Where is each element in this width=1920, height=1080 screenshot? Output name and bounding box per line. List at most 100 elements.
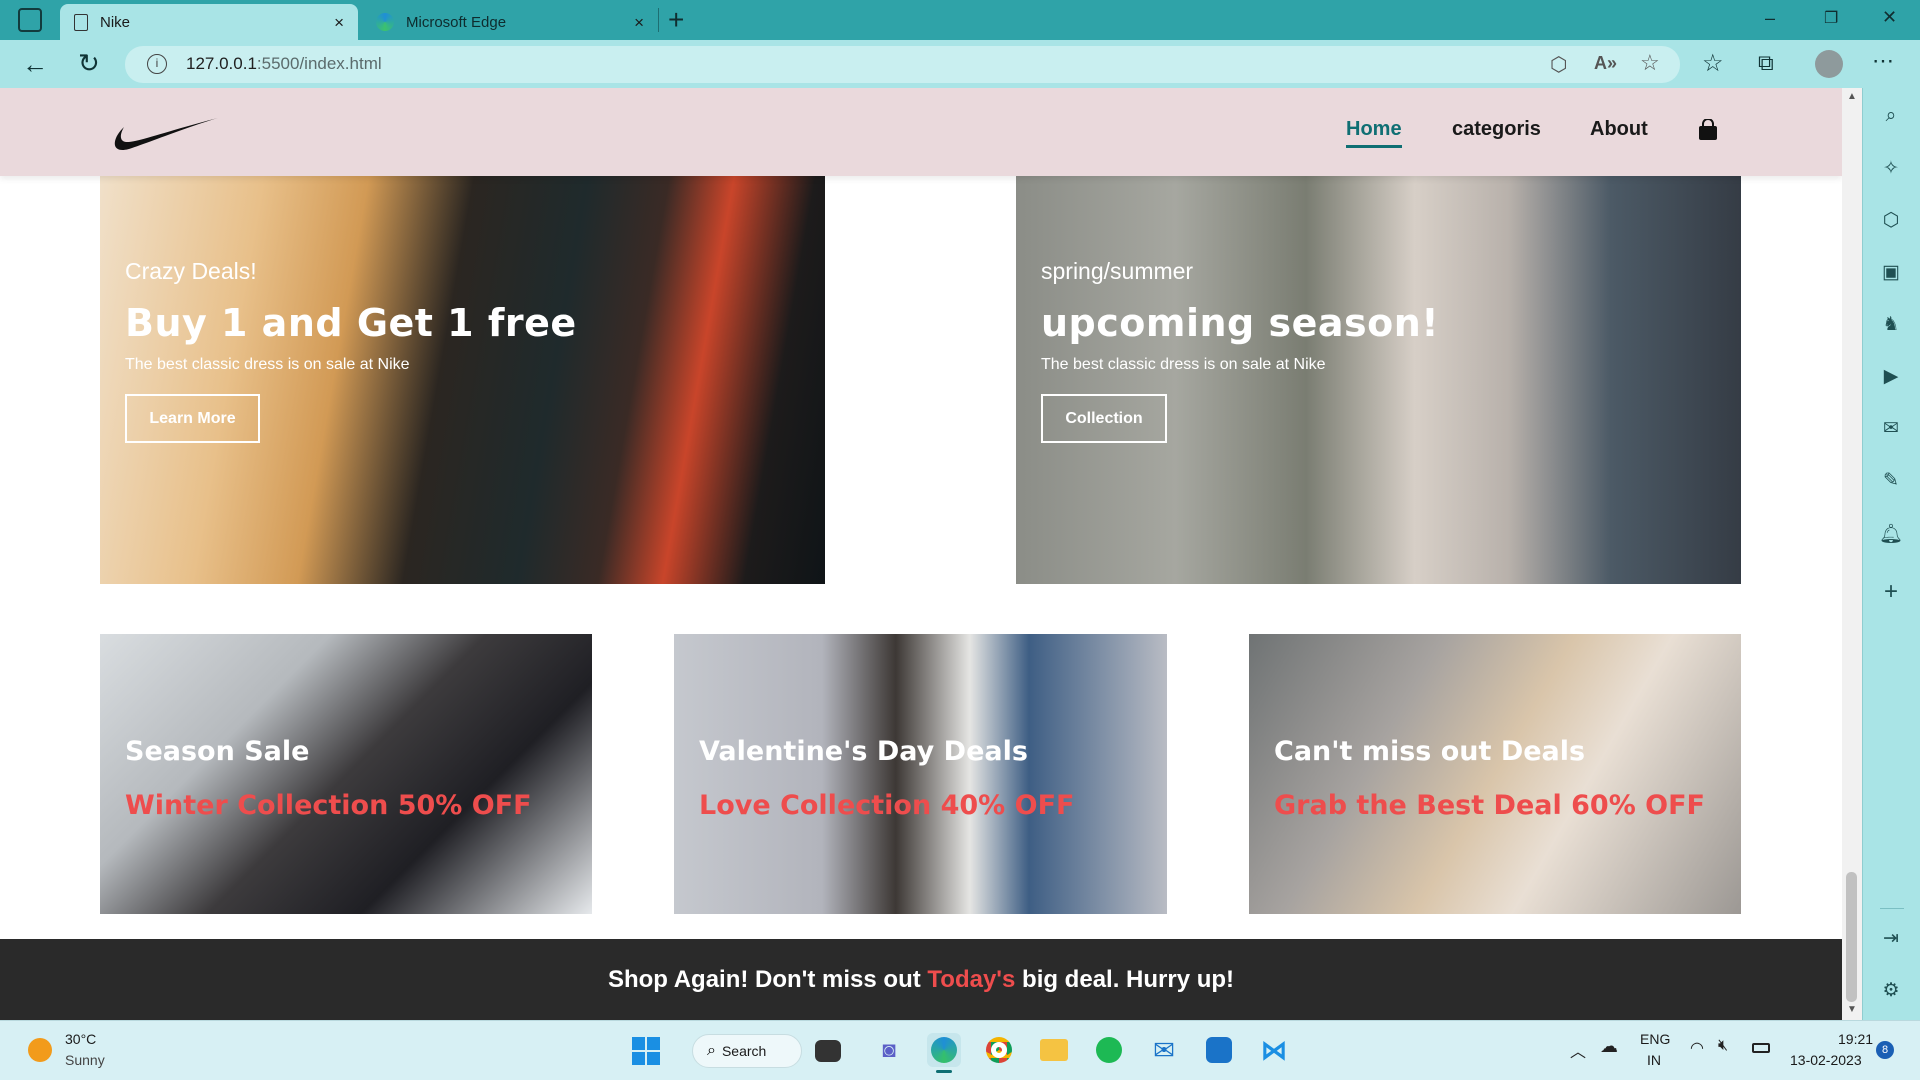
mail-icon[interactable]: ✉ [1147,1033,1181,1067]
promo-card-valentines[interactable]: Valentine's Day Deals Love Collection 40… [674,634,1167,914]
chrome-icon[interactable] [982,1033,1016,1067]
notification-badge[interactable]: 8 [1876,1041,1894,1059]
promo-subtitle: Winter Collection 50% OFF [125,790,532,821]
region-indicator[interactable]: IN [1647,1052,1661,1068]
nike-swoosh-logo[interactable] [110,116,220,154]
shopping-bag-icon[interactable] [1697,119,1719,141]
edge-logo-icon [931,1037,957,1063]
profile-avatar[interactable] [1815,50,1843,78]
learn-more-button[interactable]: Learn More [125,394,260,443]
scroll-down-arrow-icon[interactable]: ▼ [1847,1004,1857,1015]
nav-home-link[interactable]: Home [1346,118,1402,148]
games-icon[interactable]: ♞ [1877,310,1905,338]
nav-categories-link[interactable]: categoris [1452,118,1541,141]
wifi-icon[interactable]: ◠ [1690,1038,1704,1058]
task-view-icon[interactable] [815,1040,841,1062]
windows-start-icon[interactable] [632,1037,660,1065]
refresh-icon[interactable]: ↻ [78,48,100,79]
hero-title: Buy 1 and Get 1 free [125,301,577,345]
battery-icon[interactable] [1752,1043,1770,1053]
search-label: Search [721,1043,767,1059]
drop-icon[interactable]: ✎ [1877,466,1905,494]
search-icon[interactable]: ⌕ [1877,102,1905,130]
taskbar-search-button[interactable]: ⌕ Search [692,1034,802,1068]
promo-title: Can't miss out Deals [1274,736,1586,767]
language-indicator[interactable]: ENG [1640,1031,1670,1047]
hero-title: upcoming season! [1041,301,1440,345]
start-tile [647,1037,660,1050]
tab-title: Microsoft Edge [406,13,507,31]
shopping-tag-icon[interactable]: ⬡ [1550,52,1567,77]
footer-text-end: big deal. Hurry up! [1015,965,1235,993]
tab-actions-icon[interactable] [18,8,42,32]
weather-sun-icon[interactable] [28,1038,52,1062]
show-hidden-icons-chevron-icon[interactable]: ︿ [1570,1038,1586,1062]
more-options-icon[interactable]: ⋯ [1872,48,1894,74]
close-tab-icon[interactable]: × [334,13,344,33]
settings-gear-icon[interactable]: ⚙ [1877,976,1905,1004]
hero-subtitle: The best classic dress is on sale at Nik… [125,356,410,373]
folder-icon [1040,1039,1068,1061]
notifications-icon[interactable]: 🔔︎ [1877,520,1905,548]
app-logo-icon [1206,1037,1232,1063]
promo-title: Valentine's Day Deals [699,736,1028,767]
tab-title: Nike [100,13,131,31]
restore-button[interactable]: ❐ [1824,8,1838,28]
close-window-button[interactable]: ✕ [1882,7,1897,28]
start-tile [632,1037,645,1050]
promo-card-season-sale[interactable]: Season Sale Winter Collection 50% OFF [100,634,592,914]
tools-icon[interactable]: ▣ [1877,258,1905,286]
hero-kicker: spring/summer [1041,258,1194,284]
nav-about-link[interactable]: About [1590,118,1648,141]
start-tile [647,1052,660,1065]
footer-text-start: Shop Again! Don't miss out [607,965,928,993]
shopping-icon[interactable]: ⬡ [1877,206,1905,234]
clock-time[interactable]: 19:21 [1838,1031,1873,1047]
new-tab-button[interactable]: + [668,4,684,36]
outlook-icon[interactable]: ✉ [1877,414,1905,442]
edge-icon [376,13,394,31]
collection-button[interactable]: Collection [1041,394,1167,443]
edge-taskbar-icon[interactable] [927,1033,961,1067]
weather-desc[interactable]: Sunny [65,1052,105,1068]
promo-title: Season Sale [125,736,310,767]
spotify-logo-icon [1096,1037,1122,1063]
back-arrow-icon[interactable]: ← [22,49,48,80]
file-explorer-icon[interactable] [1037,1033,1071,1067]
promo-subtitle: Grab the Best Deal 60% OFF [1274,790,1705,821]
favorites-icon[interactable]: ☆ [1702,49,1724,78]
footer-banner: Shop Again! Don't miss out Today's big d… [0,939,1842,1020]
vscode-icon[interactable]: ⋈ [1257,1033,1291,1067]
teams-chat-icon[interactable]: ◙ [872,1033,906,1067]
read-aloud-icon[interactable]: A» [1594,53,1617,74]
tab-microsoft-edge[interactable]: Microsoft Edge × [364,4,658,40]
hero-kicker: Crazy Deals! [125,258,257,284]
collections-icon[interactable]: ⧉ [1758,50,1774,76]
scrollbar-thumb[interactable] [1846,872,1857,1002]
page-viewport: Home categoris About Crazy Deals! Buy 1 … [0,88,1842,1020]
tab-nike[interactable]: Nike × [60,4,358,40]
hero-subtitle: The best classic dress is on sale at Nik… [1041,356,1326,373]
close-tab-icon[interactable]: × [634,13,644,33]
url-text[interactable]: 127.0.0.1:5500/index.html [186,54,382,74]
scroll-up-arrow-icon[interactable]: ▲ [1847,91,1857,102]
microsoft-365-icon[interactable]: ▶ [1877,362,1905,390]
onedrive-icon[interactable]: ☁ [1600,1036,1618,1057]
clock-date[interactable]: 13-02-2023 [1790,1052,1862,1068]
minimize-button[interactable]: – [1765,8,1775,29]
dashlane-icon[interactable] [1202,1033,1236,1067]
spotify-icon[interactable] [1092,1033,1126,1067]
add-app-icon[interactable]: + [1877,578,1905,606]
edge-active-indicator [936,1070,952,1073]
discover-icon[interactable]: ✧ [1877,154,1905,182]
hide-sidebar-icon[interactable]: ⇥ [1877,924,1905,952]
volume-muted-icon[interactable]: 🔇︎ [1718,1037,1728,1055]
weather-temp[interactable]: 30°C [65,1031,96,1047]
search-icon: ⌕ [707,1042,716,1059]
site-info-icon[interactable]: i [147,54,167,74]
chrome-logo-icon [986,1037,1012,1063]
add-favorite-icon[interactable]: ☆ [1640,50,1660,76]
sidebar-divider [1880,908,1904,909]
footer-highlight: Today's [927,965,1016,993]
promo-card-cant-miss[interactable]: Can't miss out Deals Grab the Best Deal … [1249,634,1741,914]
